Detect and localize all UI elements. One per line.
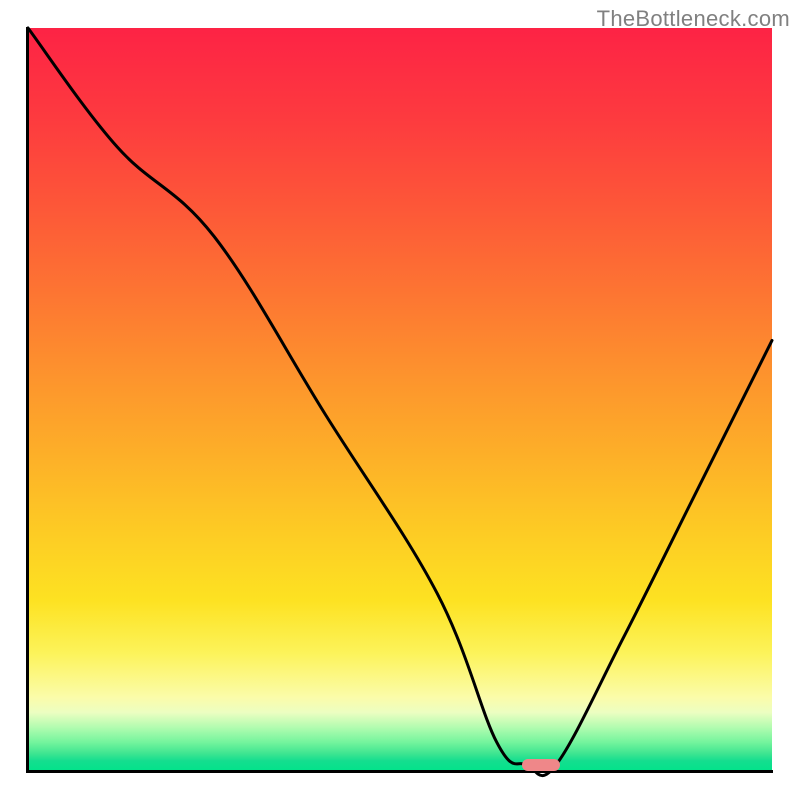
optimum-marker [522, 759, 560, 771]
watermark-label: TheBottleneck.com [597, 6, 790, 32]
x-axis [27, 770, 773, 773]
y-axis [26, 27, 29, 773]
chart-canvas: TheBottleneck.com [0, 0, 800, 800]
gradient-background [28, 28, 772, 772]
